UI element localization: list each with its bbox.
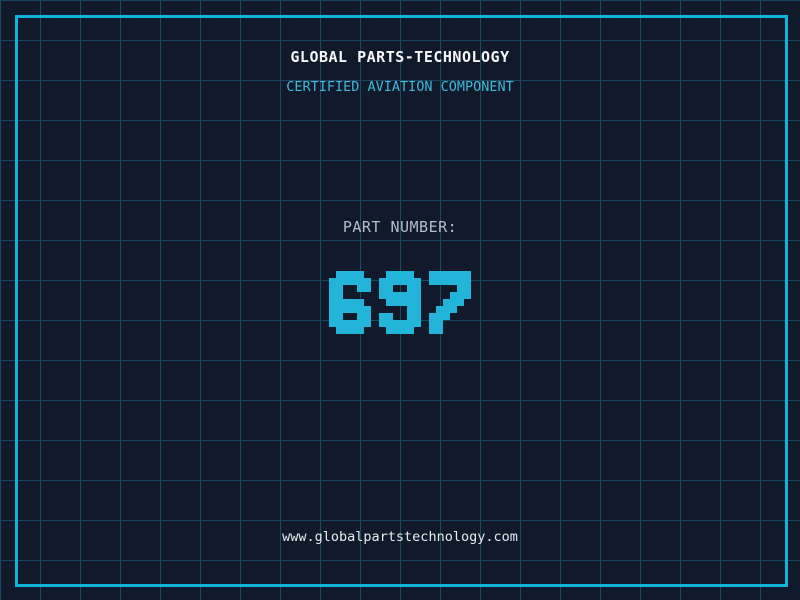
pixel-digit <box>379 271 421 334</box>
certificate-screen: GLOBAL PARTS-TECHNOLOGY CERTIFIED AVIATI… <box>0 0 800 600</box>
pixel-digit <box>429 271 471 334</box>
certification-subtitle: CERTIFIED AVIATION COMPONENT <box>286 79 514 95</box>
pixel-digit <box>329 271 371 334</box>
company-title: GLOBAL PARTS-TECHNOLOGY <box>290 48 510 66</box>
part-number-value <box>0 271 800 334</box>
part-number-label: PART NUMBER: <box>342 218 458 236</box>
website-url: www.globalpartstechnology.com <box>282 529 518 545</box>
